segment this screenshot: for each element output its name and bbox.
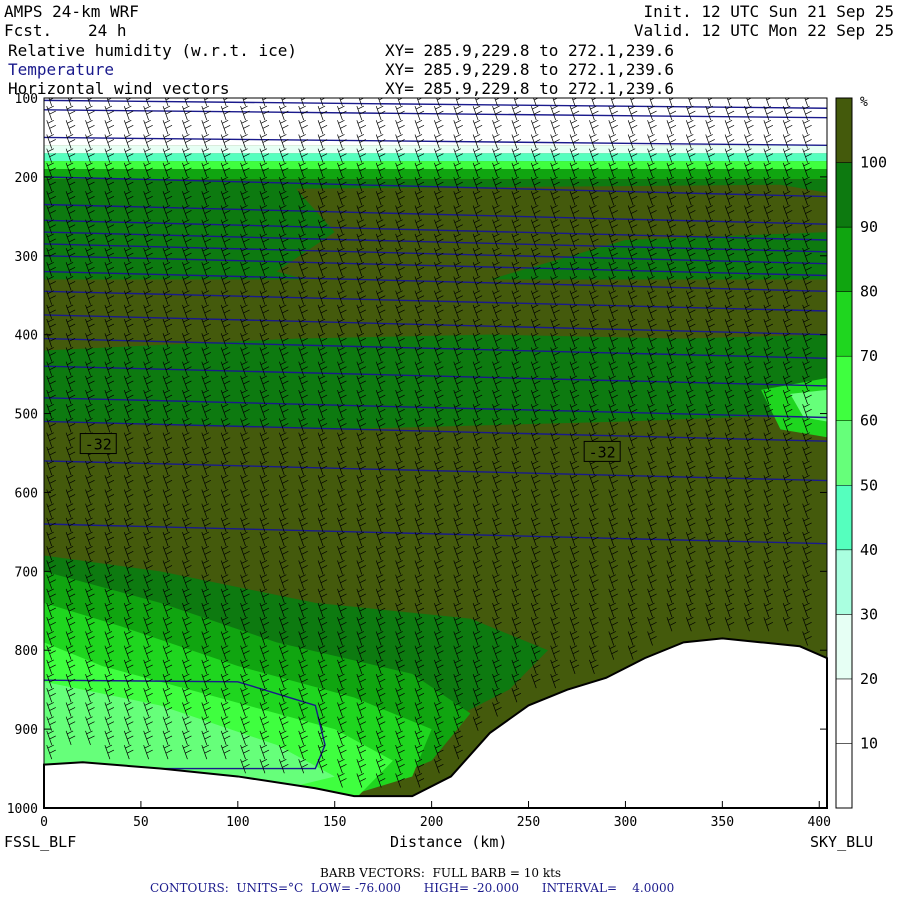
colorbar-segment bbox=[835, 743, 853, 809]
colorbar-segment bbox=[835, 549, 853, 615]
y-tick-label: 600 bbox=[15, 486, 38, 501]
y-tick-label: 300 bbox=[15, 250, 38, 265]
x-tick-label: 150 bbox=[323, 815, 346, 830]
y-tick-label: 900 bbox=[15, 723, 38, 738]
colorbar-segment bbox=[835, 97, 853, 163]
y-tick-label: 200 bbox=[15, 171, 38, 186]
x-tick-label: 300 bbox=[614, 815, 637, 830]
colorbar-tick-label: 70 bbox=[860, 347, 878, 365]
colorbar: 10 20 30 40 50 60 70 80 90 100% bbox=[835, 95, 887, 809]
colorbar-tick-label: 60 bbox=[860, 412, 878, 430]
colorbar-tick-label: 50 bbox=[860, 476, 878, 494]
colorbar-tick-label: 30 bbox=[860, 605, 878, 623]
isotherm-label: -32 bbox=[85, 436, 112, 454]
colorbar-segment bbox=[835, 355, 853, 421]
cross-section-chart: -32 -32 100 200 300 400 500 600 700 800 900 10000 5… bbox=[4, 92, 887, 851]
colorbar-unit: % bbox=[860, 95, 868, 110]
colorbar-segment bbox=[835, 226, 853, 292]
y-tick-label: 500 bbox=[15, 408, 38, 423]
colorbar-segment bbox=[835, 614, 853, 680]
colorbar-tick-label: 10 bbox=[860, 734, 878, 752]
y-tick-label: 1000 bbox=[7, 802, 38, 817]
y-tick-label: 700 bbox=[15, 565, 38, 580]
colorbar-tick-label: 80 bbox=[860, 283, 878, 301]
start-label: FSSL_BLF bbox=[4, 833, 76, 851]
colorbar-tick-label: 90 bbox=[860, 218, 878, 236]
end-label: SKY_BLU bbox=[810, 833, 873, 851]
colorbar-segment bbox=[835, 291, 853, 357]
x-tick-label: 200 bbox=[420, 815, 443, 830]
colorbar-segment bbox=[835, 420, 853, 486]
y-tick-label: 800 bbox=[15, 644, 38, 659]
x-axis-label: Distance (km) bbox=[390, 833, 507, 851]
x-tick-label: 400 bbox=[808, 815, 831, 830]
barb-legend: BARB VECTORS: FULL BARB = 10 kts bbox=[320, 866, 562, 880]
y-tick-label: 400 bbox=[15, 329, 38, 344]
x-tick-label: 50 bbox=[133, 815, 149, 830]
x-tick-label: 350 bbox=[711, 815, 734, 830]
y-tick-label: 100 bbox=[15, 92, 38, 107]
colorbar-tick-label: 100 bbox=[860, 154, 887, 172]
isotherm-label: -32 bbox=[589, 443, 616, 461]
colorbar-tick-label: 20 bbox=[860, 670, 878, 688]
colorbar-segment bbox=[835, 678, 853, 744]
colorbar-tick-label: 40 bbox=[860, 541, 878, 559]
colorbar-segment bbox=[835, 485, 853, 551]
contour-legend: CONTOURS: UNITS=°C LOW= -76.000 HIGH= -2… bbox=[150, 881, 675, 895]
x-tick-label: 0 bbox=[40, 815, 48, 830]
x-tick-label: 100 bbox=[226, 815, 249, 830]
x-tick-label: 250 bbox=[517, 815, 540, 830]
colorbar-segment bbox=[835, 162, 853, 228]
